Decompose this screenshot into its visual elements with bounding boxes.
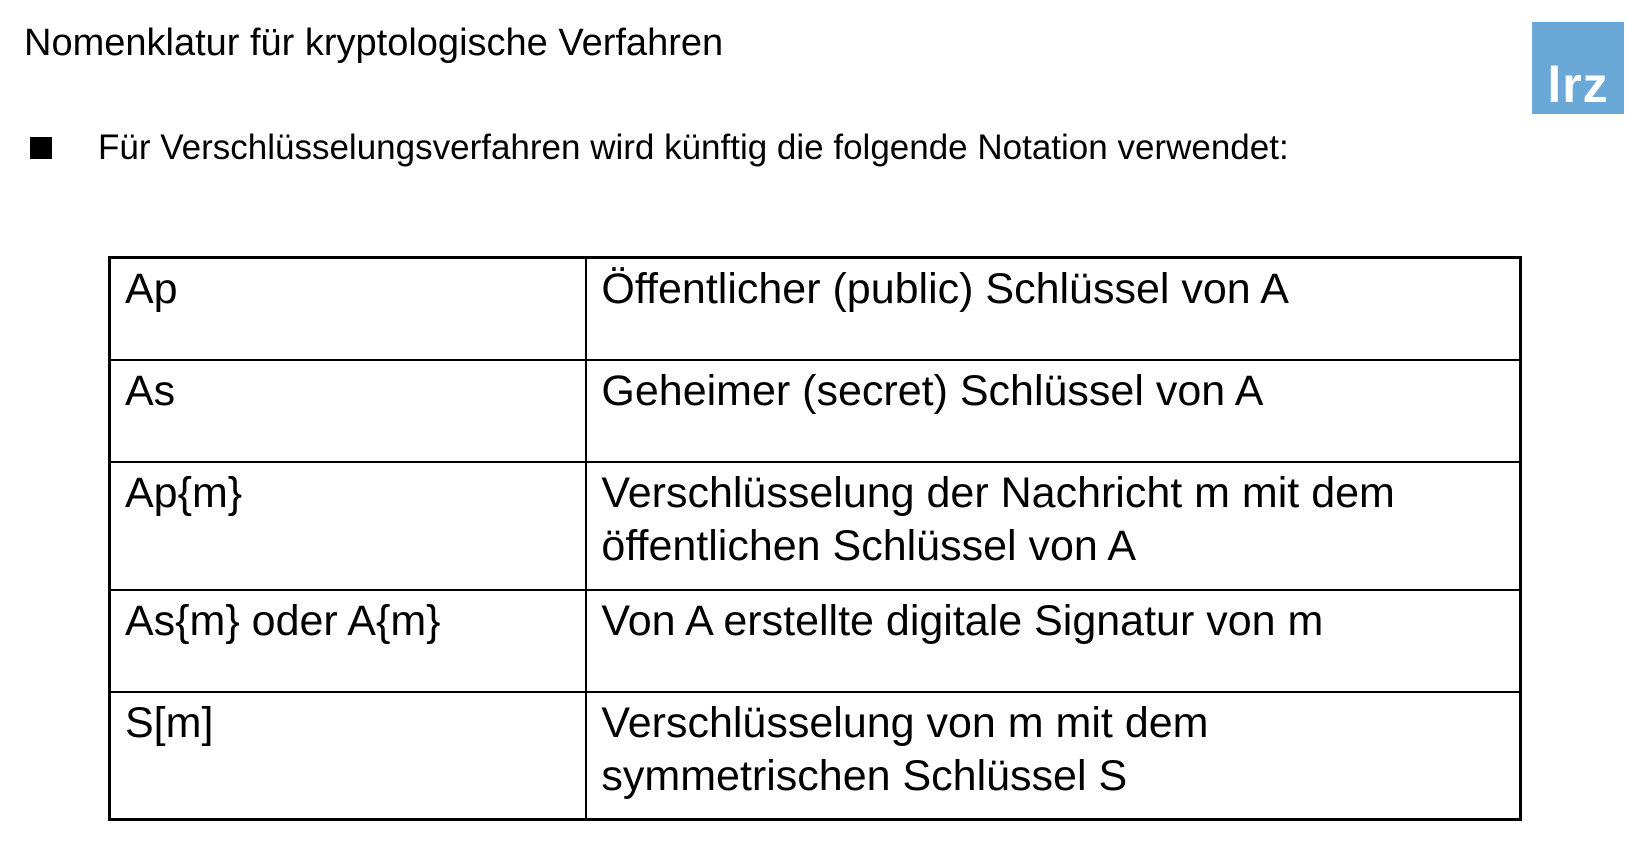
meaning-cell: Geheimer (secret) Schlüssel von A <box>585 358 1522 463</box>
page-title: Nomenklatur für kryptologische Verfahren <box>24 22 724 64</box>
meaning-cell: Verschlüsselung der Nachricht m mit dem … <box>585 460 1522 591</box>
square-bullet-icon <box>30 137 52 159</box>
bullet-text: Für Verschlüsselungsverfahren wird künft… <box>98 128 1289 167</box>
bullet-item: Für Verschlüsselungsverfahren wird künft… <box>30 126 1289 170</box>
symbol-cell: S[m] <box>108 690 588 821</box>
table-row: As Geheimer (secret) Schlüssel von A <box>108 358 1522 463</box>
symbol-cell: As{m} oder A{m} <box>108 588 588 693</box>
logo-text: lrz <box>1547 57 1609 113</box>
symbol-cell: Ap{m} <box>108 460 588 591</box>
table-row: S[m] Verschlüsselung von m mit dem symme… <box>108 690 1522 821</box>
table-row: Ap Öffentlicher (public) Schlüssel von A <box>108 256 1522 361</box>
notation-table: Ap Öffentlicher (public) Schlüssel von A… <box>108 256 1522 821</box>
symbol-cell: Ap <box>108 256 588 361</box>
table-row: As{m} oder A{m} Von A erstellte digitale… <box>108 588 1522 693</box>
symbol-cell: As <box>108 358 588 463</box>
lrz-logo: lrz <box>1532 22 1624 114</box>
meaning-cell: Öffentlicher (public) Schlüssel von A <box>585 256 1522 361</box>
meaning-cell: Verschlüsselung von m mit dem symmetrisc… <box>585 690 1522 821</box>
meaning-cell: Von A erstellte digitale Signatur von m <box>585 588 1522 693</box>
table-row: Ap{m} Verschlüsselung der Nachricht m mi… <box>108 460 1522 591</box>
